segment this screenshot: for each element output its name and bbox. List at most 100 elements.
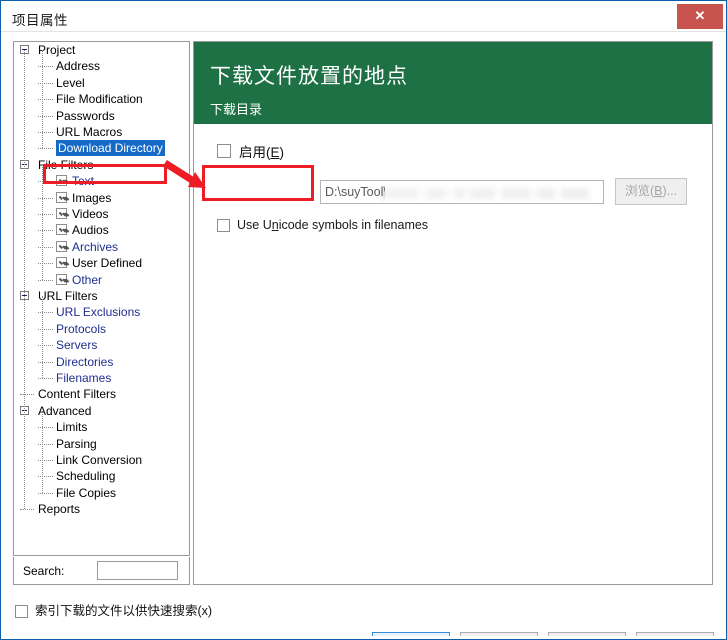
title-bar: 项目属性 ✕ bbox=[1, 1, 726, 32]
tree-connector bbox=[38, 99, 53, 101]
tree-item-file-copies[interactable]: File Copies bbox=[14, 485, 189, 501]
tree-item-project[interactable]: Project bbox=[14, 42, 189, 58]
tree-item-label: Address bbox=[56, 59, 101, 74]
tree-branch-line bbox=[42, 410, 44, 493]
download-path-field[interactable]: D:\suyTool\ bbox=[320, 180, 604, 204]
tree-item-filenames[interactable]: Filenames bbox=[14, 370, 189, 386]
browse-button[interactable]: 浏览(B)... bbox=[615, 178, 687, 205]
download-directory-panel: 下载文件放置的地点 下载目录 启用(E) D:\suyTool\ 浏览(B)..… bbox=[193, 41, 713, 585]
tree-item-parsing[interactable]: Parsing bbox=[14, 436, 189, 452]
tree-connector bbox=[38, 427, 53, 429]
use-unicode-symbols-label: Use Unicode symbols in filenames bbox=[237, 218, 429, 232]
tree-item-label: Protocols bbox=[56, 321, 107, 336]
tree-item-reports[interactable]: Reports bbox=[14, 501, 189, 517]
close-button[interactable]: ✕ bbox=[677, 4, 723, 29]
tree-connector bbox=[38, 460, 53, 462]
download-path-value: D:\suyTool\ bbox=[325, 185, 387, 199]
tree-item-text[interactable]: Text bbox=[14, 173, 189, 189]
tree-item-directories[interactable]: Directories bbox=[14, 354, 189, 370]
tree-item-label: Reports bbox=[38, 502, 81, 517]
tree-connector bbox=[38, 246, 53, 249]
tree-item-advanced[interactable]: Advanced bbox=[14, 403, 189, 419]
checkbox-box-icon bbox=[217, 144, 231, 158]
enable-label: 启用(E) bbox=[239, 145, 285, 160]
tree-connector bbox=[38, 361, 53, 364]
tree-item-link-conversion[interactable]: Link Conversion bbox=[14, 452, 189, 468]
tree-item-label: File Filters bbox=[38, 157, 94, 172]
tree-checkbox[interactable] bbox=[56, 208, 67, 219]
tree-item-label: Servers bbox=[56, 338, 98, 353]
tree-checkbox[interactable] bbox=[56, 191, 67, 203]
tree-item-address[interactable]: Address bbox=[14, 58, 189, 74]
tree-item-protocols[interactable]: Protocols bbox=[14, 321, 189, 337]
tree-item-label: Link Conversion bbox=[56, 453, 143, 467]
tree-checkbox[interactable] bbox=[56, 175, 67, 187]
tree-connector bbox=[38, 132, 53, 134]
search-input[interactable] bbox=[97, 561, 178, 580]
tree-item-images[interactable]: Images bbox=[14, 190, 189, 206]
tree-item-label: Text bbox=[72, 174, 95, 189]
checkbox-box-icon bbox=[15, 605, 28, 618]
tree-checkbox[interactable] bbox=[56, 273, 67, 285]
tree-item-content-filters[interactable]: Content Filters bbox=[14, 386, 189, 402]
tree-connector bbox=[38, 328, 53, 331]
tree-connector bbox=[20, 394, 34, 396]
tree-connector bbox=[38, 279, 53, 282]
tree-item-videos[interactable]: Videos bbox=[14, 206, 189, 222]
tree-item-label: Filenames bbox=[56, 371, 112, 385]
tree-item-label: File Copies bbox=[56, 485, 117, 500]
tree-item-label: Advanced bbox=[38, 403, 92, 418]
tree-item-label: File Modification bbox=[56, 92, 143, 107]
tree-item-label: URL Exclusions bbox=[56, 305, 141, 320]
tree-checkbox[interactable] bbox=[56, 224, 67, 236]
tree-item-label: Archives bbox=[72, 239, 119, 254]
tree-item-label: Other bbox=[72, 272, 103, 287]
tree-item-file-modification[interactable]: File Modification bbox=[14, 91, 189, 107]
tree-item-label: URL Filters bbox=[38, 289, 98, 303]
close-icon: ✕ bbox=[694, 8, 706, 23]
tree-item-user-defined[interactable]: User Defined bbox=[14, 255, 189, 271]
tree-connector bbox=[38, 148, 53, 150]
tree-item-archives[interactable]: Archives bbox=[14, 239, 189, 255]
tree-connector bbox=[38, 263, 53, 265]
tree-item-label: Limits bbox=[56, 420, 88, 435]
bottom-strip bbox=[1, 636, 726, 639]
panel-header-banner: 下载文件放置的地点 下载目录 bbox=[194, 42, 712, 124]
tree-checkbox[interactable] bbox=[56, 240, 67, 252]
window-title: 项目属性 bbox=[12, 13, 68, 28]
tree-connector bbox=[38, 476, 53, 478]
tree-item-limits[interactable]: Limits bbox=[14, 419, 189, 435]
tree-item-scheduling[interactable]: Scheduling bbox=[14, 468, 189, 484]
tree-connector bbox=[38, 197, 53, 200]
tree-item-url-macros[interactable]: URL Macros bbox=[14, 124, 189, 140]
checkbox-box-icon bbox=[217, 219, 230, 232]
tree-branch-line bbox=[42, 164, 44, 280]
settings-tree-inner: Project Address Level File Modification Pass… bbox=[14, 42, 189, 516]
panel-title: 下载文件放置的地点 bbox=[210, 65, 408, 88]
tree-item-label: Passwords bbox=[56, 108, 115, 123]
tree-item-label: Directories bbox=[56, 354, 114, 369]
tree-item-url-exclusions[interactable]: URL Exclusions bbox=[14, 304, 189, 320]
tree-checkbox[interactable] bbox=[56, 257, 67, 269]
tree-connector bbox=[38, 492, 53, 495]
tree-connector bbox=[38, 443, 53, 446]
tree-item-level[interactable]: Level bbox=[14, 75, 189, 91]
tree-item-url-filters[interactable]: URL Filters bbox=[14, 288, 189, 304]
tree-item-file-filters[interactable]: File Filters bbox=[14, 157, 189, 173]
tree-branch-line bbox=[42, 296, 44, 378]
tree-trunk-line bbox=[24, 50, 26, 510]
tree-item-passwords[interactable]: Passwords bbox=[14, 108, 189, 124]
tree-connector bbox=[38, 345, 53, 347]
panel-subtitle: 下载目录 bbox=[210, 102, 263, 117]
settings-tree[interactable]: Project Address Level File Modification Pass… bbox=[13, 41, 190, 556]
tree-item-label: URL Macros bbox=[56, 125, 123, 139]
tree-item-label: Content Filters bbox=[38, 387, 117, 402]
tree-connector bbox=[38, 115, 53, 118]
tree-item-label: User Defined bbox=[72, 256, 143, 271]
tree-item-label: Audios bbox=[72, 223, 109, 238]
tree-search-row: Search: bbox=[13, 557, 190, 585]
tree-item-other[interactable]: Other bbox=[14, 272, 189, 288]
tree-item-download-directory[interactable]: Download Directory bbox=[14, 140, 189, 157]
tree-item-audios[interactable]: Audios bbox=[14, 222, 189, 238]
tree-item-servers[interactable]: Servers bbox=[14, 337, 189, 353]
